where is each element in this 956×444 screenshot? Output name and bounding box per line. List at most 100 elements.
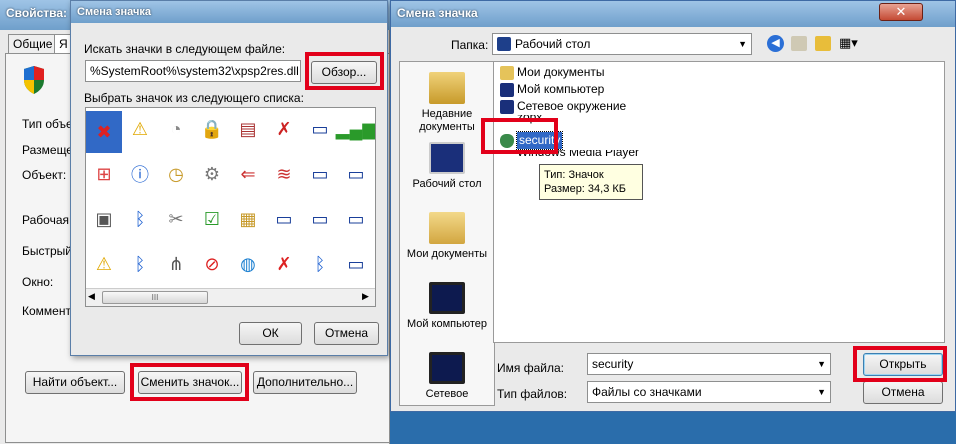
arrow-left-icon[interactable]: ⇐ — [230, 156, 266, 192]
document-icon[interactable]: ▤ — [230, 111, 266, 147]
monitor-pair-icon[interactable]: ▭ — [338, 201, 374, 237]
file-item-zorh[interactable]: zорх — [500, 115, 542, 126]
icon-file-input[interactable]: %SystemRoot%\system32\xpsp2res.dll — [85, 60, 301, 82]
delete-x-icon[interactable]: ✖ — [86, 111, 122, 153]
my-computer-icon — [429, 282, 465, 314]
no-entry-icon[interactable]: ⊘ — [194, 246, 230, 282]
filetype-value: Файлы со значками — [592, 385, 702, 399]
place-computer[interactable]: Мой компьютер — [400, 282, 494, 331]
file-name: zорх — [517, 115, 543, 124]
signal-bars-icon[interactable]: ▂▄▆ — [336, 111, 375, 147]
horizontal-scrollbar[interactable]: ◀ III ▶ — [86, 288, 375, 306]
place-documents[interactable]: Мои документы — [400, 212, 494, 261]
file-item-my-computer[interactable]: Мой компьютер — [500, 81, 604, 98]
label-window: Окно: — [22, 275, 54, 289]
warning-icon[interactable]: ⚠ — [122, 111, 158, 147]
up-folder-icon[interactable] — [791, 36, 807, 51]
place-network-label: Сетевое — [425, 388, 469, 400]
gears-icon[interactable]: ⚙ — [194, 156, 230, 192]
lock-icon[interactable]: 🔒 — [194, 111, 230, 147]
chevron-down-icon: ▼ — [738, 39, 747, 49]
new-folder-icon[interactable] — [815, 36, 831, 51]
ok-button[interactable]: ОК — [239, 322, 302, 345]
wireless-monitor-icon[interactable]: ▭ — [266, 201, 302, 237]
icon-grid: ✖ ⚠ ◔ 🔒 ▤ ✗ ▭ ▂▄▆ ⊞ ⓘ ◷ ⚙ ⇐ ≋ ▭ ▭ ▣ ᛒ ✂ ☑ ▦ ▭ ▭ ▭ ⚠ ᛒ ⋔ ⊘ ◍ ✗ ᛒ ▭ — [86, 108, 375, 288]
filetype-label: Тип файлов: — [497, 387, 568, 401]
file-list[interactable]: Мои документы Мой компьютер Сетевое окру… — [493, 61, 945, 343]
monitor-pair-icon[interactable]: ▭ — [338, 156, 374, 192]
advanced-button[interactable]: Дополнительно... — [253, 371, 357, 394]
find-object-button[interactable]: Найти объект... — [25, 371, 125, 394]
windows-flag-icon[interactable]: ⊞ — [86, 156, 122, 192]
file-name: Сетевое окружение — [517, 99, 627, 113]
shield-icon — [22, 66, 46, 94]
label-hotkey: Быстрый — [22, 244, 72, 258]
browse-button[interactable]: Обзор... — [311, 61, 377, 84]
change-icon-title: Смена значка — [77, 6, 151, 18]
desktop-icon — [497, 37, 511, 51]
computer-shield-icon[interactable]: ▣ — [86, 201, 122, 237]
label-target: Объект: — [22, 168, 67, 182]
folder-clock-icon[interactable]: ◷ — [158, 156, 194, 192]
bluetooth-icon[interactable]: ᛒ — [122, 201, 158, 237]
folder-combo[interactable]: Рабочий стол ▼ — [492, 33, 752, 55]
satellite-dish-icon[interactable]: ◔ — [158, 111, 194, 147]
file-dialog: Смена значка ✕ Папка: Рабочий стол ▼ ◀ ▦… — [390, 0, 956, 412]
file-dialog-close-button[interactable]: ✕ — [879, 3, 923, 21]
place-computer-label: Мой компьютер — [406, 318, 488, 330]
info-icon[interactable]: ⓘ — [122, 156, 158, 192]
file-item-security[interactable]: security — [500, 131, 564, 150]
globe-icon[interactable]: ◍ — [230, 246, 266, 282]
file-item-my-documents[interactable]: Мои документы — [500, 64, 604, 81]
filename-combo[interactable]: security ▼ — [587, 353, 831, 375]
file-item-wmp[interactable]: Windows Media Player — [500, 150, 639, 161]
place-network[interactable]: Сетевое — [400, 352, 494, 401]
monitor-cross-icon[interactable]: ✗ — [266, 246, 302, 282]
icon-list-label: Выбрать значок из следующего списка: — [84, 91, 304, 105]
scroll-left-arrow[interactable]: ◀ — [88, 291, 95, 302]
filetype-combo[interactable]: Файлы со значками ▼ — [587, 381, 831, 403]
change-icon-titlebar: Смена значка — [71, 1, 387, 23]
file-name: Windows Media Player — [517, 150, 640, 159]
folder-label: Папка: — [451, 38, 489, 52]
tooltip-type: Тип: Значок — [544, 169, 604, 181]
change-icon-button[interactable]: Сменить значок... — [138, 371, 242, 394]
tree-icon[interactable]: ⋔ — [158, 246, 194, 282]
change-icon-cancel-button[interactable]: Отмена — [314, 322, 379, 345]
monitor-pair-icon[interactable]: ▭ — [338, 246, 374, 282]
checklist-icon[interactable]: ☑ — [194, 201, 230, 237]
place-recent[interactable]: Недавние документы — [400, 72, 494, 134]
warning-icon[interactable]: ⚠ — [86, 246, 122, 282]
file-dialog-titlebar: Смена значка — [391, 1, 955, 27]
place-documents-label: Мои документы — [406, 248, 488, 260]
file-item-network[interactable]: Сетевое окружение — [500, 98, 626, 115]
my-documents-icon — [429, 212, 465, 244]
change-icon-dialog: Смена значка Искать значки в следующем ф… — [70, 0, 388, 356]
network-icon — [500, 99, 514, 114]
view-menu-icon[interactable]: ▦▾ — [839, 35, 858, 51]
network-folder-icon[interactable]: ▦ — [230, 201, 266, 237]
filename-label: Имя файла: — [497, 361, 564, 375]
wifi-device-icon[interactable]: ≋ — [266, 156, 302, 192]
place-desktop[interactable]: Рабочий стол — [400, 142, 494, 191]
wireless-monitor-icon[interactable]: ▭ — [302, 111, 338, 147]
computer-icon — [500, 82, 514, 97]
scroll-right-arrow[interactable]: ▶ — [362, 291, 369, 302]
folder-value: Рабочий стол — [515, 37, 591, 51]
chevron-down-icon: ▼ — [817, 387, 826, 397]
file-name: Мои документы — [517, 65, 605, 79]
tab-general[interactable]: Общие — [8, 34, 58, 54]
bluetooth-icon[interactable]: ᛒ — [122, 246, 158, 282]
wireless-monitor-icon[interactable]: ▭ — [302, 201, 338, 237]
icon-list[interactable]: ✖ ⚠ ◔ 🔒 ▤ ✗ ▭ ▂▄▆ ⊞ ⓘ ◷ ⚙ ⇐ ≋ ▭ ▭ ▣ ᛒ ✂ ☑ ▦ ▭ ▭ ▭ ⚠ ᛒ ⋔ ⊘ ◍ ✗ ᛒ ▭ ◀ III… — [85, 107, 376, 307]
scroll-thumb[interactable]: III — [102, 291, 208, 304]
open-button[interactable]: Открыть — [863, 353, 943, 376]
back-icon[interactable]: ◀ — [767, 35, 784, 52]
bluetooth-small-icon[interactable]: ᛒ — [302, 246, 338, 282]
search-file-label: Искать значки в следующем файле: — [84, 42, 286, 56]
tools-icon[interactable]: ✂ — [158, 201, 194, 237]
network-cross-icon[interactable]: ✗ — [266, 111, 302, 147]
chevron-down-icon: ▼ — [817, 359, 826, 369]
monitor-pair-icon[interactable]: ▭ — [302, 156, 338, 192]
file-dialog-cancel-button[interactable]: Отмена — [863, 381, 943, 404]
